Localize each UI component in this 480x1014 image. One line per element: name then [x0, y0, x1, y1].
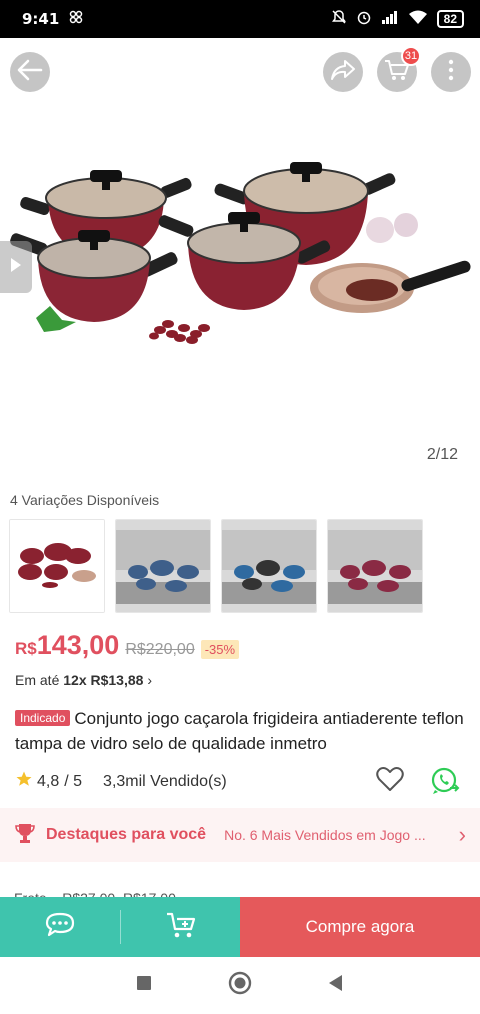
product-actions	[376, 766, 460, 801]
recents-button[interactable]	[136, 975, 152, 996]
image-counter: 2/12	[426, 446, 458, 463]
product-title-text: Conjunto jogo caçarola frigideira antiad…	[15, 709, 464, 753]
star-icon	[15, 770, 33, 793]
highlights-text: No. 6 Mais Vendidos em Jogo ...	[224, 827, 426, 843]
chat-icon	[44, 911, 76, 944]
chevron-right-icon: ›	[147, 672, 152, 688]
chat-button[interactable]	[0, 897, 120, 957]
price-row: R$ 143,00 R$220,00 -35%	[15, 630, 240, 661]
bottom-left-actions	[0, 897, 240, 957]
home-button[interactable]	[228, 971, 252, 1000]
original-price: R$220,00	[125, 641, 195, 658]
circle-icon	[228, 971, 252, 999]
variation-thumb[interactable]	[9, 519, 105, 613]
installment-prefix: Em até	[15, 672, 60, 688]
variation-thumb[interactable]	[115, 519, 211, 613]
highlights-row[interactable]: Destaques para você No. 6 Mais Vendidos …	[0, 808, 480, 862]
sold-count: 3,3mil Vendido(s)	[103, 772, 227, 790]
system-nav-bar	[0, 957, 480, 1014]
signal-icon	[381, 10, 399, 28]
favorite-button[interactable]	[376, 766, 404, 801]
mute-icon	[331, 9, 347, 29]
status-time: 9:41	[22, 10, 60, 28]
whatsapp-share-button[interactable]	[430, 766, 460, 801]
alarm-icon	[356, 9, 372, 29]
buy-now-button[interactable]: Compre agora	[240, 897, 480, 957]
more-button[interactable]	[431, 52, 471, 92]
back-button[interactable]	[10, 52, 50, 92]
chevron-right-icon: ›	[458, 822, 466, 847]
video-play-button[interactable]	[0, 241, 32, 293]
rating-row[interactable]: 4,8 / 5 3,3mil Vendido(s)	[15, 770, 227, 793]
system-back-button[interactable]	[328, 974, 344, 997]
discount-badge: -35%	[200, 640, 240, 659]
variation-thumbnails	[9, 519, 423, 613]
installment-link[interactable]: Em até 12x R$13,88 ›	[15, 672, 152, 688]
recommended-tag: Indicado	[15, 710, 71, 726]
square-icon	[136, 976, 152, 995]
variation-thumb[interactable]	[327, 519, 423, 613]
variation-thumb[interactable]	[221, 519, 317, 613]
product-gallery[interactable]: 31 2/12	[0, 38, 480, 480]
product-title: Indicado Conjunto jogo caçarola frigideir…	[15, 706, 470, 756]
current-price: 143,00	[36, 630, 120, 660]
share-button[interactable]	[323, 52, 363, 92]
rating-max: / 5	[64, 772, 83, 790]
status-bar: 9:41 82	[0, 0, 480, 38]
triangle-back-icon	[328, 975, 344, 996]
more-vertical-icon	[448, 58, 454, 87]
play-icon	[9, 256, 23, 279]
cart-button[interactable]: 31	[377, 46, 421, 92]
arrow-left-icon	[17, 59, 43, 86]
share-icon	[330, 59, 356, 86]
rating-score: 4,8	[37, 772, 60, 790]
add-to-cart-button[interactable]	[121, 897, 240, 957]
variations-title: 4 Variações Disponíveis	[10, 492, 160, 508]
wifi-icon	[408, 10, 428, 29]
highlights-title: Destaques para você	[46, 826, 207, 843]
whatsapp-icon	[430, 767, 460, 800]
installment-value: 12x R$13,88	[63, 672, 144, 688]
cart-plus-icon	[165, 910, 197, 945]
heart-icon	[376, 767, 404, 796]
product-image	[10, 162, 471, 344]
gamepad-icon	[69, 10, 83, 28]
trophy-icon	[14, 822, 36, 849]
shipping-row-peek: Frete R$27,00 R$17,00	[0, 876, 480, 898]
cart-badge: 31	[401, 46, 421, 66]
bottom-action-bar: Compre agora	[0, 897, 480, 957]
price-currency: R$	[15, 639, 37, 658]
battery-level: 82	[436, 10, 464, 28]
